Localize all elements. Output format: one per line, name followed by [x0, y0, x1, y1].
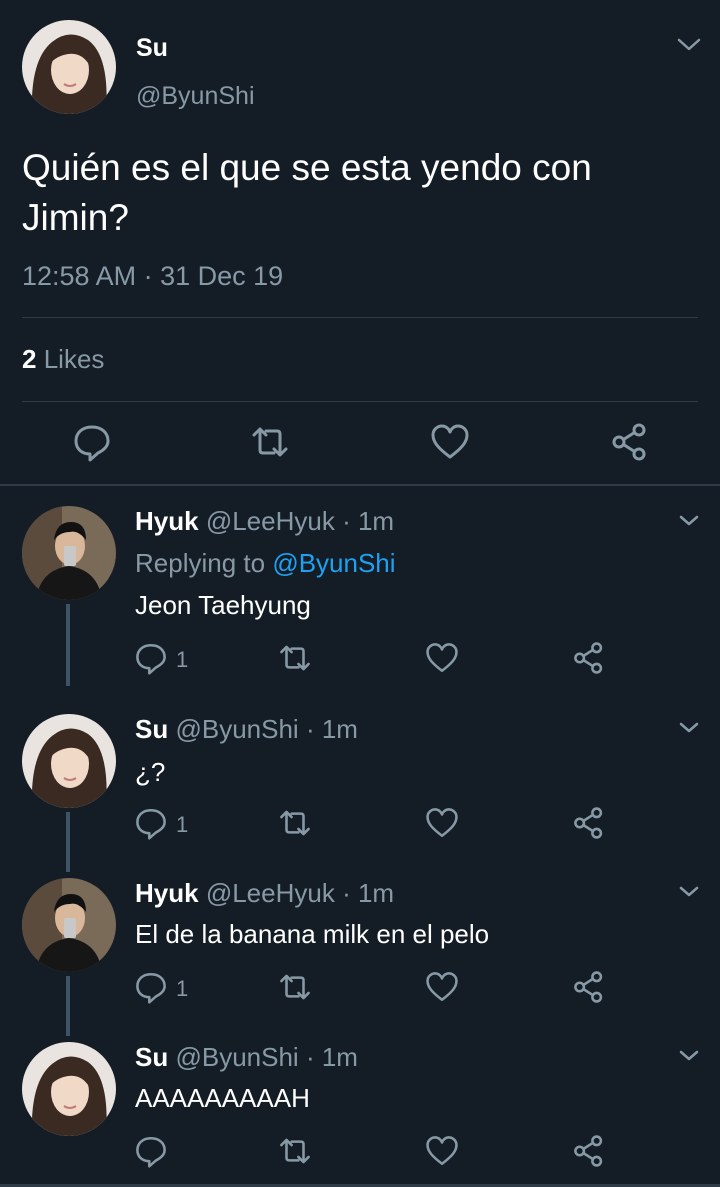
replying-to-label: Replying to — [135, 548, 273, 578]
reply-time: · 1m — [305, 1042, 358, 1072]
reply-icon[interactable] — [134, 970, 168, 1004]
like-icon[interactable] — [425, 1134, 459, 1168]
reply-time: · 1m — [342, 506, 395, 536]
chevron-down-icon[interactable] — [676, 36, 702, 54]
reply-header: Su @ByunShi · 1m — [135, 714, 358, 745]
author-handle[interactable]: @ByunShi — [175, 714, 298, 744]
share-icon[interactable] — [572, 641, 606, 675]
like-icon[interactable] — [425, 970, 459, 1004]
like-icon[interactable] — [425, 641, 459, 675]
reply-count: 1 — [176, 812, 189, 837]
avatar[interactable] — [22, 20, 116, 114]
reply-header: Su @ByunShi · 1m — [135, 1042, 358, 1073]
author-handle[interactable]: @LeeHyuk — [206, 878, 335, 908]
tweet-timestamp[interactable]: 12:58 AM · 31 Dec 19 — [22, 261, 283, 292]
replying-to: Replying to @ByunShi — [135, 548, 396, 579]
thread-line — [66, 604, 70, 686]
tweet-thread-screen: Su @ByunShi Quién es el que se esta yend… — [0, 0, 720, 1187]
author-name[interactable]: Su — [136, 34, 168, 63]
replying-to-handle[interactable]: @ByunShi — [272, 548, 395, 578]
reply-tweet[interactable]: Hyuk @LeeHyuk · 1m El de la banana milk … — [0, 864, 720, 1036]
chevron-down-icon[interactable] — [678, 513, 700, 529]
retweet-icon[interactable] — [278, 806, 312, 840]
author-handle[interactable]: @LeeHyuk — [206, 506, 335, 536]
reply-text: ¿? — [135, 757, 166, 787]
reply-icon[interactable] — [134, 806, 168, 840]
avatar[interactable] — [22, 878, 116, 972]
reply-icon[interactable] — [72, 422, 112, 462]
author-name[interactable]: Su — [135, 714, 168, 744]
reply-tweet[interactable]: Su @ByunShi · 1m AAAAAAAAAH — [0, 1028, 720, 1187]
reply-text: Jeon Taehyung — [135, 590, 311, 620]
thread-line — [66, 812, 70, 872]
retweet-icon[interactable] — [278, 970, 312, 1004]
avatar[interactable] — [22, 506, 116, 600]
avatar[interactable] — [22, 1042, 116, 1136]
reply-icon[interactable] — [134, 1134, 168, 1168]
reply-count: 1 — [176, 647, 189, 672]
divider — [22, 401, 698, 402]
author-name[interactable]: Hyuk — [135, 506, 199, 536]
author-handle[interactable]: @ByunShi — [175, 1042, 298, 1072]
reply-time: · 1m — [342, 878, 395, 908]
thread-line — [66, 976, 70, 1036]
retweet-icon[interactable] — [278, 641, 312, 675]
reply-text: AAAAAAAAAH — [135, 1083, 310, 1113]
like-icon[interactable] — [425, 806, 459, 840]
likes-number: 2 — [22, 344, 37, 374]
likes-label: Likes — [43, 344, 105, 374]
reply-count: 1 — [176, 976, 189, 1001]
share-icon[interactable] — [572, 1134, 606, 1168]
tweet-text: Quién es el que se esta yendo con Jimin? — [22, 147, 592, 238]
reply-header: Hyuk @LeeHyuk · 1m — [135, 878, 394, 909]
reply-text: El de la banana milk en el pelo — [135, 919, 490, 949]
reply-header: Hyuk @LeeHyuk · 1m — [135, 506, 394, 537]
chevron-down-icon[interactable] — [678, 884, 700, 900]
reply-time: · 1m — [305, 714, 358, 744]
reply-tweet[interactable]: Su @ByunShi · 1m ¿? 1 — [0, 700, 720, 872]
share-icon[interactable] — [610, 422, 650, 462]
share-icon[interactable] — [572, 806, 606, 840]
author-name[interactable]: Hyuk — [135, 878, 199, 908]
reply-icon[interactable] — [134, 641, 168, 675]
share-icon[interactable] — [572, 970, 606, 1004]
chevron-down-icon[interactable] — [678, 720, 700, 736]
avatar[interactable] — [22, 714, 116, 808]
retweet-icon[interactable] — [250, 422, 290, 462]
author-name[interactable]: Su — [135, 1042, 168, 1072]
retweet-icon[interactable] — [278, 1134, 312, 1168]
chevron-down-icon[interactable] — [678, 1048, 700, 1064]
divider — [22, 317, 698, 318]
like-icon[interactable] — [430, 422, 470, 462]
likes-count[interactable]: 2 Likes — [22, 344, 104, 375]
reply-tweet[interactable]: Hyuk @LeeHyuk · 1m Replying to @ByunShi … — [0, 486, 720, 686]
main-tweet: Su @ByunShi Quién es el que se esta yend… — [0, 0, 720, 486]
author-handle[interactable]: @ByunShi — [136, 82, 255, 111]
